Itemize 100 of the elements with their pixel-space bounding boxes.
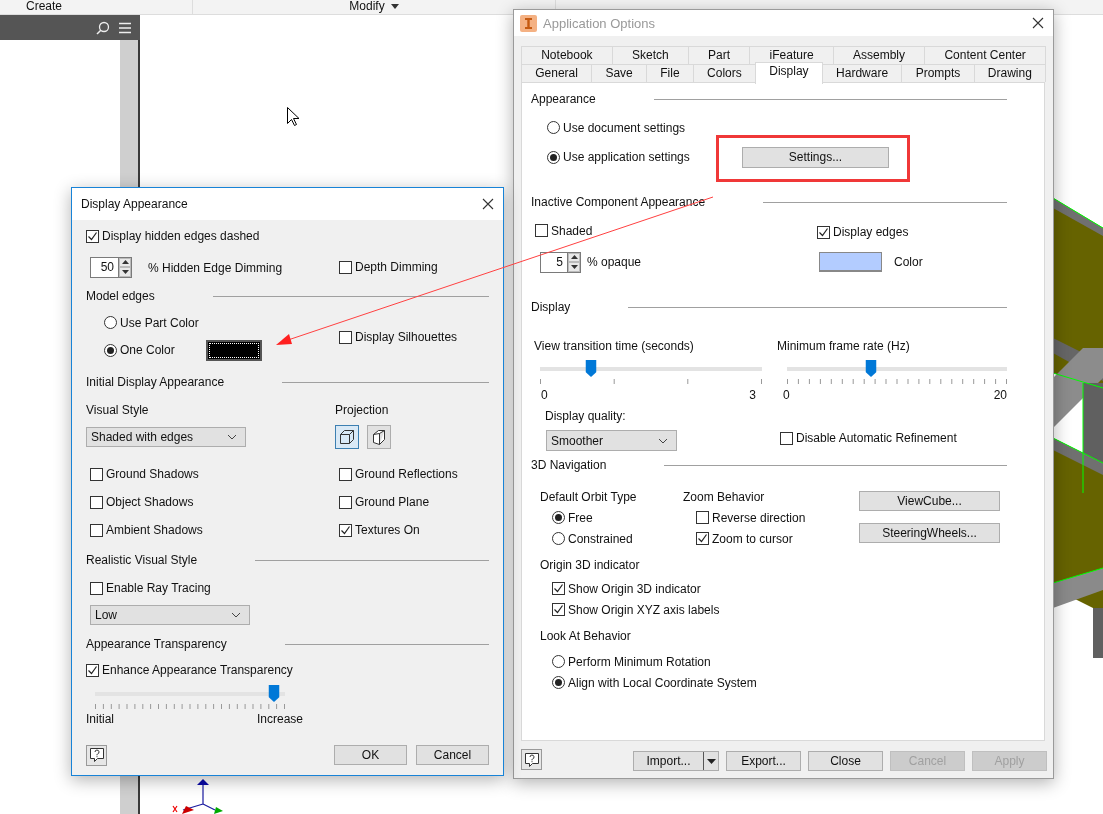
checkbox-label[interactable]: Display hidden edges dashed: [102, 229, 260, 243]
checkbox[interactable]: [86, 229, 99, 243]
tab[interactable]: General: [521, 64, 593, 82]
checkbox[interactable]: [535, 224, 548, 238]
checkbox-label[interactable]: Zoom to cursor: [712, 531, 793, 546]
radio-label[interactable]: Use Part Color: [120, 315, 199, 330]
tab[interactable]: Assembly: [832, 46, 926, 64]
slider-thumb[interactable]: [585, 360, 597, 377]
spin-up-button[interactable]: [119, 257, 131, 267]
field-label: % Hidden Edge Dimming: [148, 260, 283, 275]
radio-label[interactable]: One Color: [120, 343, 175, 358]
checkmark-icon: [553, 583, 564, 594]
scale-label: Initial: [86, 712, 114, 726]
checkbox[interactable]: [339, 467, 352, 481]
checkbox[interactable]: [90, 495, 103, 509]
button[interactable]: Settings...: [742, 146, 889, 168]
cursor-icon: [287, 107, 299, 126]
checkbox-label[interactable]: Shaded: [551, 223, 593, 238]
slider-thumb[interactable]: [865, 360, 877, 377]
color-swatch[interactable]: [206, 339, 262, 361]
checkbox-label[interactable]: Textures On: [355, 523, 420, 537]
checkbox-label[interactable]: Reverse direction: [712, 510, 806, 525]
checkbox-label[interactable]: Show Origin 3D indicator: [568, 581, 701, 596]
tab[interactable]: Drawing: [973, 64, 1047, 82]
checkbox[interactable]: [90, 467, 103, 481]
button[interactable]: Cancel: [416, 745, 489, 765]
projection-button[interactable]: [335, 425, 359, 449]
caret-down-icon: [121, 269, 129, 274]
projection-button[interactable]: [367, 425, 391, 449]
window-title: Display Appearance: [81, 197, 189, 211]
spin-up-button[interactable]: [568, 252, 580, 262]
field-label: Color: [894, 255, 923, 269]
checkbox-label[interactable]: Object Shadows: [106, 495, 194, 509]
checkbox-label[interactable]: Disable Automatic Refinement: [796, 431, 957, 445]
dropdown[interactable]: Smoother: [546, 430, 677, 451]
checkbox[interactable]: [339, 260, 352, 274]
tab[interactable]: Prompts: [901, 64, 975, 82]
ribbon-tab[interactable]: Modify: [349, 0, 399, 13]
checkbox-label[interactable]: Ground Shadows: [106, 467, 199, 481]
color-swatch[interactable]: [819, 252, 882, 272]
slider-thumb[interactable]: [268, 685, 280, 702]
checkbox-label[interactable]: Show Origin XYZ axis labels: [568, 602, 720, 617]
radio-button[interactable]: [104, 343, 117, 357]
ribbon-tab[interactable]: Create: [26, 0, 63, 13]
checkbox-label[interactable]: Enable Ray Tracing: [106, 581, 211, 595]
help-icon: [523, 751, 540, 768]
radio-button[interactable]: [547, 150, 560, 164]
checkbox-label[interactable]: Display Silhouettes: [355, 330, 458, 344]
checkbox[interactable]: [780, 431, 793, 445]
split-button[interactable]: Import...: [633, 751, 719, 771]
help-button[interactable]: [521, 749, 542, 770]
checkbox-label[interactable]: Depth Dimming: [355, 260, 438, 274]
tab[interactable]: Notebook: [521, 46, 613, 64]
dropdown[interactable]: Shaded with edges: [86, 427, 246, 447]
radio-button[interactable]: [552, 511, 565, 524]
group-label: Default Orbit Type: [540, 489, 638, 506]
checkbox[interactable]: [339, 523, 352, 537]
checkbox[interactable]: [696, 511, 709, 524]
radio-label[interactable]: Use application settings: [563, 150, 690, 165]
radio-label[interactable]: Use document settings: [563, 120, 686, 135]
button[interactable]: Close: [808, 751, 883, 771]
spin-down-button[interactable]: [119, 267, 131, 277]
radio-button[interactable]: [552, 676, 565, 689]
dropdown[interactable]: Low: [90, 605, 250, 625]
help-button[interactable]: [86, 744, 107, 766]
radio-button[interactable]: [552, 532, 565, 545]
checkbox[interactable]: [817, 225, 830, 239]
checkbox[interactable]: [552, 582, 565, 595]
checkbox-label[interactable]: Enhance Appearance Transparency: [102, 663, 293, 677]
checkbox[interactable]: [339, 330, 352, 344]
scale-label: Increase: [256, 712, 303, 726]
radio-label[interactable]: Constrained: [568, 531, 633, 546]
checkbox[interactable]: [86, 663, 99, 677]
number-field[interactable]: 50: [90, 256, 118, 278]
button[interactable]: Export...: [726, 751, 801, 771]
button[interactable]: SteeringWheels...: [859, 523, 1000, 543]
number-field[interactable]: 5: [540, 251, 567, 273]
checkbox-label[interactable]: Ambient Shadows: [106, 523, 203, 537]
spin-down-button[interactable]: [568, 262, 580, 272]
radio-button[interactable]: [547, 121, 560, 134]
button[interactable]: ViewCube...: [859, 491, 1000, 511]
section-heading: Appearance Transparency: [86, 637, 227, 651]
checkbox-label[interactable]: Ground Plane: [355, 495, 430, 509]
chevron-down-icon: [227, 434, 237, 440]
checkbox[interactable]: [696, 532, 709, 545]
tab[interactable]: Content Center: [924, 46, 1047, 64]
button[interactable]: OK: [334, 745, 407, 765]
checkbox-label[interactable]: Ground Reflections: [355, 467, 458, 481]
checkbox[interactable]: [90, 523, 103, 537]
checkbox-label[interactable]: Display edges: [833, 225, 909, 239]
checkbox[interactable]: [90, 581, 103, 595]
radio-label[interactable]: Align with Local Coordinate System: [568, 675, 757, 690]
radio-button[interactable]: [104, 316, 117, 330]
checkbox[interactable]: [339, 495, 352, 509]
section-heading: Inactive Component Appearance: [531, 195, 706, 209]
radio-label[interactable]: Free: [568, 510, 593, 525]
radio-button[interactable]: [552, 655, 565, 668]
radio-label[interactable]: Perform Minimum Rotation: [568, 654, 711, 669]
checkbox[interactable]: [552, 603, 565, 616]
tab[interactable]: Display: [755, 62, 823, 84]
